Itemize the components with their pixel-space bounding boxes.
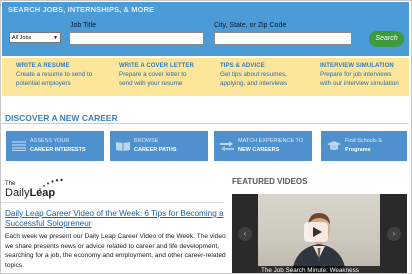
featured-videos-title: FEATURED VIDEOS bbox=[232, 177, 308, 186]
tool-heading[interactable]: TIPS & ADVICE bbox=[220, 63, 287, 69]
job-title-label: Job Title bbox=[70, 22, 97, 29]
tool-tips-advice[interactable]: TIPS & ADVICE Get tips about resumes, app… bbox=[220, 63, 287, 88]
job-type-select[interactable]: All Jobs ▼ bbox=[9, 32, 61, 43]
location-input[interactable] bbox=[214, 32, 352, 45]
divider bbox=[2, 123, 409, 124]
video-carousel: ‹ › The Job Search Minute: Weakness bbox=[232, 194, 407, 273]
list-icon bbox=[12, 141, 26, 151]
tool-description: Prepare a cover letter to send with your … bbox=[119, 71, 187, 87]
divider bbox=[2, 202, 224, 203]
arrows-icon bbox=[220, 141, 234, 151]
discover-title: DISCOVER A NEW CAREER bbox=[5, 113, 118, 123]
tile-line2: Programs bbox=[345, 147, 371, 153]
book-icon bbox=[116, 142, 130, 151]
tile-browse-paths[interactable]: BROWSE CAREER PATHS bbox=[110, 131, 208, 161]
tool-heading[interactable]: WRITE A RESUME bbox=[16, 63, 92, 69]
career-tools-bar: WRITE A RESUME Create a resume to send t… bbox=[2, 58, 409, 96]
search-button[interactable]: Search bbox=[369, 31, 404, 47]
video-caption: The Job Search Minute: Weakness bbox=[258, 266, 380, 273]
carousel-next-button[interactable]: › bbox=[387, 227, 401, 241]
job-type-select-value: All Jobs bbox=[12, 35, 32, 41]
tool-description: Create a resume to send to potential empl… bbox=[16, 71, 93, 87]
tile-line2: NEW CAREERS bbox=[238, 147, 280, 153]
tile-line2: CAREER INTERESTS bbox=[30, 147, 86, 153]
tile-line1: ASSESS YOUR bbox=[30, 138, 70, 144]
job-title-input[interactable] bbox=[69, 32, 204, 45]
daily-leap-logo[interactable]: DailyLeap bbox=[5, 187, 55, 199]
carousel-prev-button[interactable]: ‹ bbox=[238, 227, 252, 241]
tile-line2: CAREER PATHS bbox=[134, 147, 177, 153]
article-body: Each week we present our Daily Leap Care… bbox=[5, 233, 226, 269]
tile-line1: BROWSE bbox=[134, 138, 159, 144]
tool-heading[interactable]: WRITE A COVER LETTER bbox=[119, 63, 194, 69]
tool-write-resume[interactable]: WRITE A RESUME Create a resume to send t… bbox=[16, 63, 92, 88]
tile-assess-interests[interactable]: ASSESS YOUR CAREER INTERESTS bbox=[6, 131, 104, 161]
tool-description: Prepare for job interviews with our inter… bbox=[320, 71, 399, 87]
tile-match-experience[interactable]: MATCH EXPERIENCE TO NEW CAREERS bbox=[214, 131, 312, 161]
play-icon[interactable] bbox=[304, 222, 328, 242]
chevron-down-icon: ▼ bbox=[53, 35, 58, 41]
search-panel: SEARCH JOBS, INTERNSHIPS, & MORE Job Tit… bbox=[2, 2, 409, 56]
tile-line1: Find Schools & bbox=[345, 138, 382, 144]
tool-interview-simulation[interactable]: INTERVIEW SIMULATION Prepare for job int… bbox=[320, 63, 399, 88]
location-label: City, State, or Zip Code bbox=[214, 22, 287, 29]
tool-description: Get tips about resumes, applying, and int… bbox=[220, 71, 288, 87]
search-panel-title: SEARCH JOBS, INTERNSHIPS, & MORE bbox=[8, 5, 155, 14]
graduation-icon bbox=[327, 141, 341, 150]
tool-write-cover-letter[interactable]: WRITE A COVER LETTER Prepare a cover let… bbox=[119, 63, 194, 88]
tile-find-schools[interactable]: Find Schools & Programs bbox=[321, 131, 407, 161]
tile-line1: MATCH EXPERIENCE TO bbox=[238, 138, 304, 144]
article-title-link[interactable]: Daily Leap Career Video of the Week: 6 T… bbox=[5, 209, 225, 229]
tool-heading[interactable]: INTERVIEW SIMULATION bbox=[320, 63, 399, 69]
page: SEARCH JOBS, INTERNSHIPS, & MORE Job Tit… bbox=[0, 0, 412, 274]
